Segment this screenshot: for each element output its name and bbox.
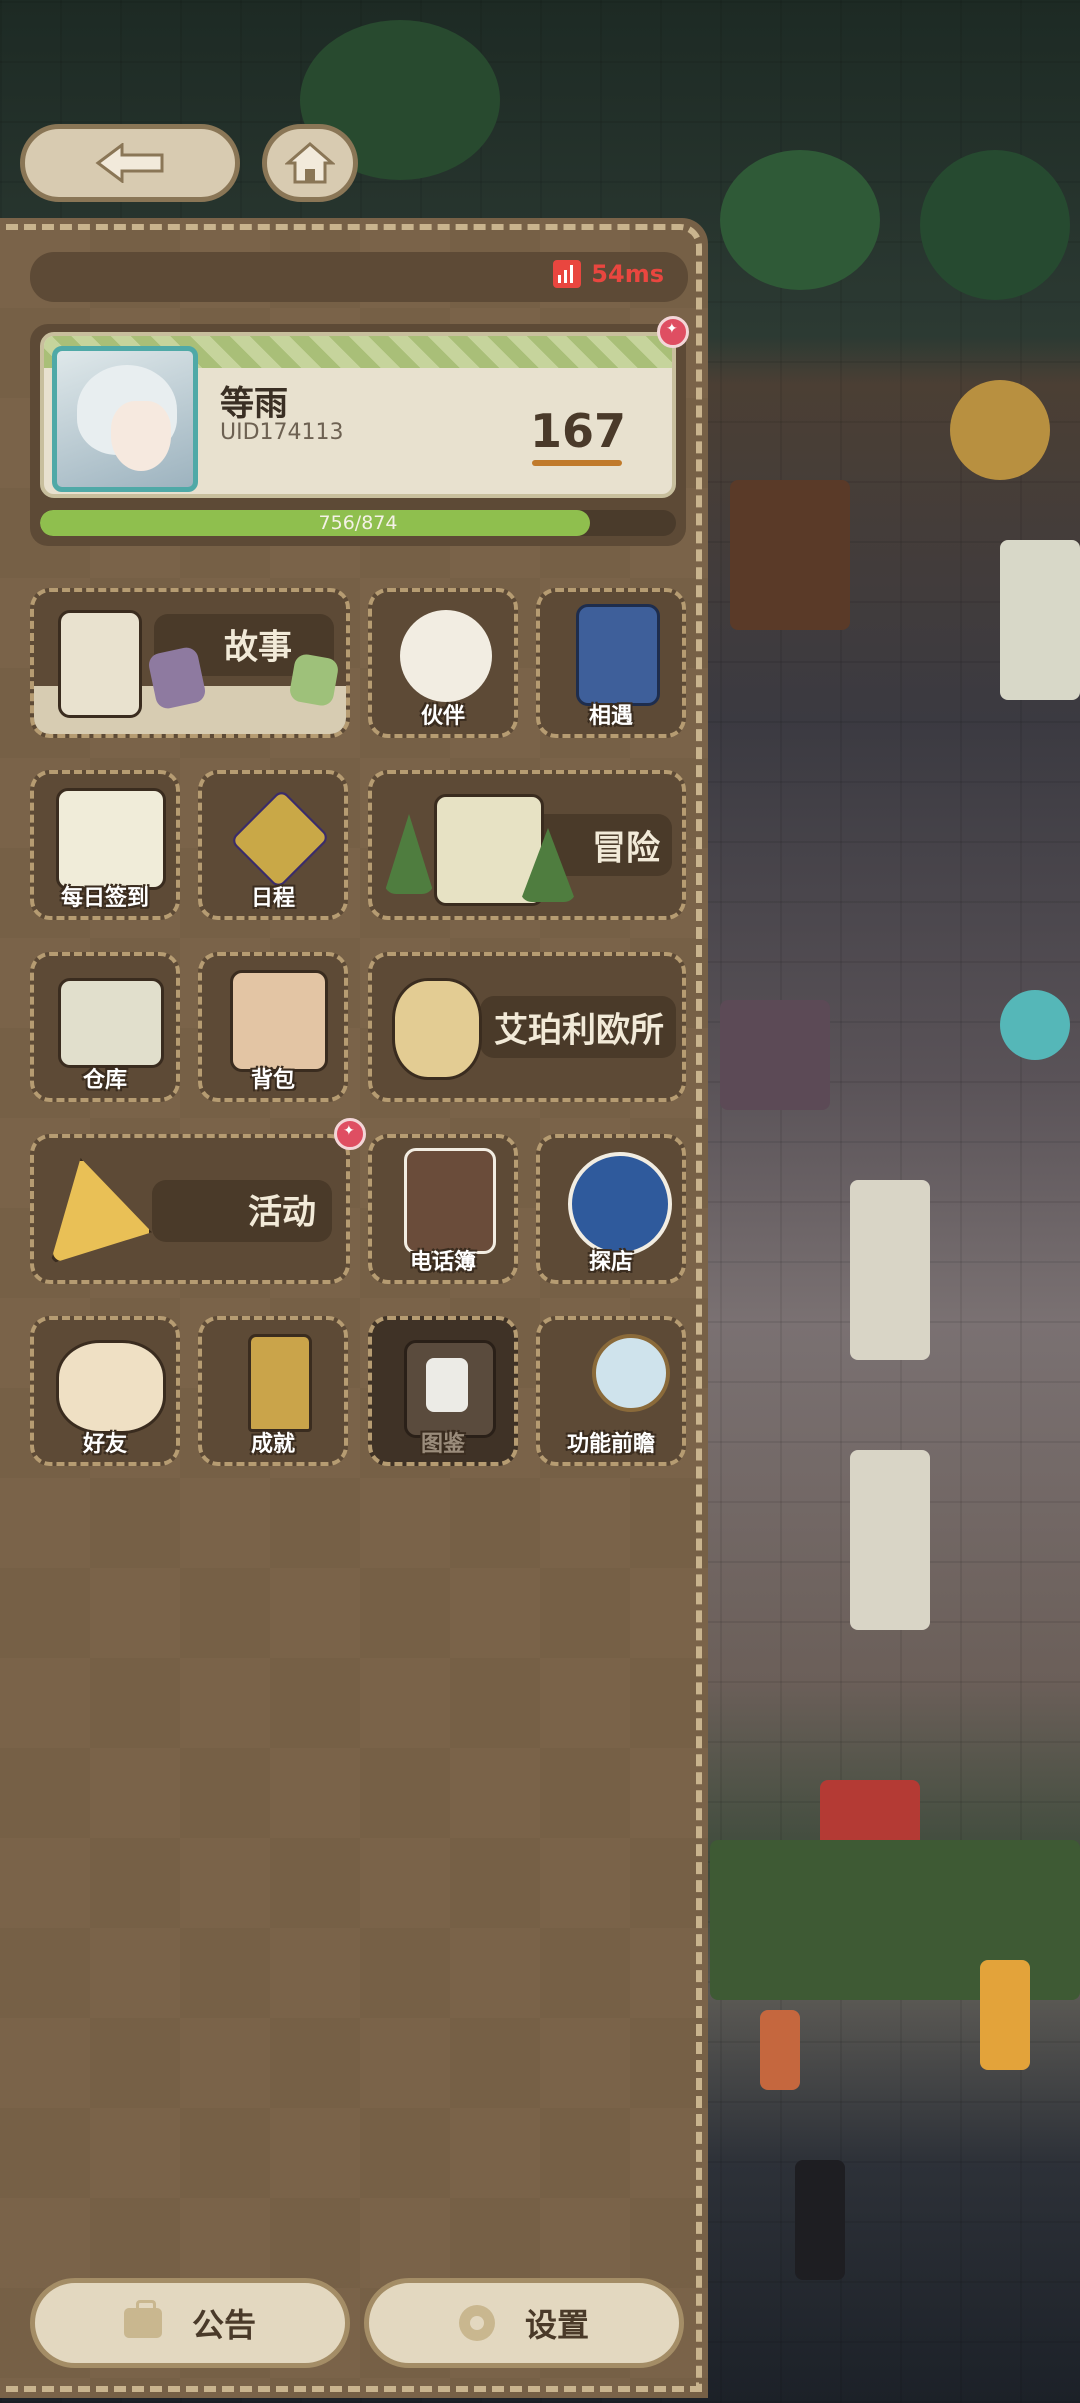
level-underline <box>532 460 622 466</box>
briefcase-icon <box>123 2300 162 2338</box>
network-ping: 54ms <box>553 260 664 288</box>
exp-bar: 756/874 <box>40 510 676 536</box>
warehouse-label: 仓库 <box>82 1068 127 1093</box>
panel-border <box>6 224 702 2392</box>
menu-phonebook[interactable]: 电话簿 <box>368 1134 518 1284</box>
bubble-prop[interactable] <box>1000 990 1070 1060</box>
events-label: 活动 <box>248 1192 316 1233</box>
settings-label: 设置 <box>524 2306 589 2344</box>
gear-icon <box>458 2305 495 2341</box>
telephone-icon <box>576 604 660 706</box>
party-popper-icon <box>50 1158 152 1264</box>
tree-sprite <box>720 150 880 290</box>
magnifier-icon <box>592 1334 670 1412</box>
adventure-label: 冒险 <box>592 828 660 869</box>
cats-icon <box>56 1340 166 1434</box>
planet-icon <box>568 1152 672 1256</box>
home-button[interactable] <box>262 124 358 202</box>
menu-schedule[interactable]: 日程 <box>198 770 348 920</box>
encounter-label: 相遇 <box>588 704 633 729</box>
status-bar: 54ms <box>30 252 688 302</box>
player-name: 等雨 <box>220 384 288 424</box>
calendar-icon <box>56 788 166 890</box>
npc-sprite[interactable] <box>760 2010 800 2090</box>
signal-icon <box>553 260 582 288</box>
backpack-icon <box>230 970 328 1072</box>
table-prop <box>850 1180 930 1360</box>
notification-badge <box>657 316 689 348</box>
feature-preview-label: 功能前瞻 <box>566 1432 655 1457</box>
menu-visit-shop[interactable]: 探店 <box>536 1134 686 1284</box>
menu-partner[interactable]: 伙伴 <box>368 588 518 738</box>
npc-sprite[interactable] <box>795 2160 845 2280</box>
announcement-label: 公告 <box>191 2306 256 2344</box>
clock-prop <box>950 380 1050 480</box>
profile-section[interactable]: 等雨 UID174113 167 756/874 <box>30 316 689 546</box>
phonebook-label: 电话簿 <box>409 1250 476 1275</box>
menu-feature-preview[interactable]: 功能前瞻 <box>536 1316 686 1466</box>
trophy-icon <box>248 1334 312 1432</box>
menu-codex[interactable]: 图鉴 <box>368 1316 518 1466</box>
avatar[interactable] <box>52 346 198 492</box>
main-menu-panel: 54ms 等雨 UID174113 167 756/874 故事 伙伴 <box>0 218 708 2398</box>
exp-text: 756/874 <box>318 512 398 534</box>
player-level: 167 <box>530 404 627 458</box>
codex-label: 图鉴 <box>420 1432 465 1457</box>
schedule-emblem-icon <box>229 788 331 890</box>
door-prop <box>730 480 850 630</box>
npc-sprite[interactable] <box>980 1960 1030 2070</box>
partner-characters-icon <box>400 610 492 702</box>
achievements-label: 成就 <box>250 1432 295 1457</box>
tree-sprite <box>920 150 1070 300</box>
home-icon <box>285 142 335 184</box>
plant-prop <box>1000 540 1080 700</box>
visit-shop-label: 探店 <box>588 1250 633 1275</box>
friends-label: 好友 <box>82 1432 127 1457</box>
storybook-icon <box>58 610 142 718</box>
partner-label: 伙伴 <box>420 704 465 729</box>
back-button[interactable] <box>20 124 240 202</box>
menu-events[interactable]: 活动 <box>30 1134 350 1284</box>
menu-adventure[interactable]: 冒险 <box>368 770 686 920</box>
ping-value: 54ms <box>591 260 664 288</box>
player-uid: UID174113 <box>220 420 344 445</box>
owl-detective-icon <box>392 978 482 1080</box>
daily-checkin-label: 每日签到 <box>60 886 149 911</box>
menu-daily-checkin[interactable]: 每日签到 <box>30 770 180 920</box>
menu-backpack[interactable]: 背包 <box>198 952 348 1102</box>
menu-encounter[interactable]: 相遇 <box>536 588 686 738</box>
menu-agency[interactable]: 艾珀利欧所 <box>368 952 686 1102</box>
menu-warehouse[interactable]: 仓库 <box>30 952 180 1102</box>
table-prop <box>850 1450 930 1630</box>
profile-card[interactable]: 等雨 UID174113 167 <box>40 332 676 498</box>
announcement-button[interactable]: 公告 <box>30 2278 350 2368</box>
agency-label: 艾珀利欧所 <box>494 1010 664 1051</box>
backpack-label: 背包 <box>250 1068 295 1093</box>
phonebook-icon <box>404 1148 496 1254</box>
events-notification-badge <box>334 1118 366 1150</box>
menu-friends[interactable]: 好友 <box>30 1316 180 1466</box>
warehouse-box-icon <box>58 978 164 1068</box>
settings-button[interactable]: 设置 <box>364 2278 684 2368</box>
menu-story[interactable]: 故事 <box>30 588 350 738</box>
schedule-label: 日程 <box>250 886 295 911</box>
arrow-left-icon <box>95 143 164 183</box>
lock-icon <box>426 1358 468 1412</box>
book-icon <box>288 652 340 708</box>
menu-achievements[interactable]: 成就 <box>198 1316 348 1466</box>
story-label: 故事 <box>224 627 292 668</box>
machine-prop <box>720 1000 830 1110</box>
pine-tree-icon <box>384 814 434 894</box>
